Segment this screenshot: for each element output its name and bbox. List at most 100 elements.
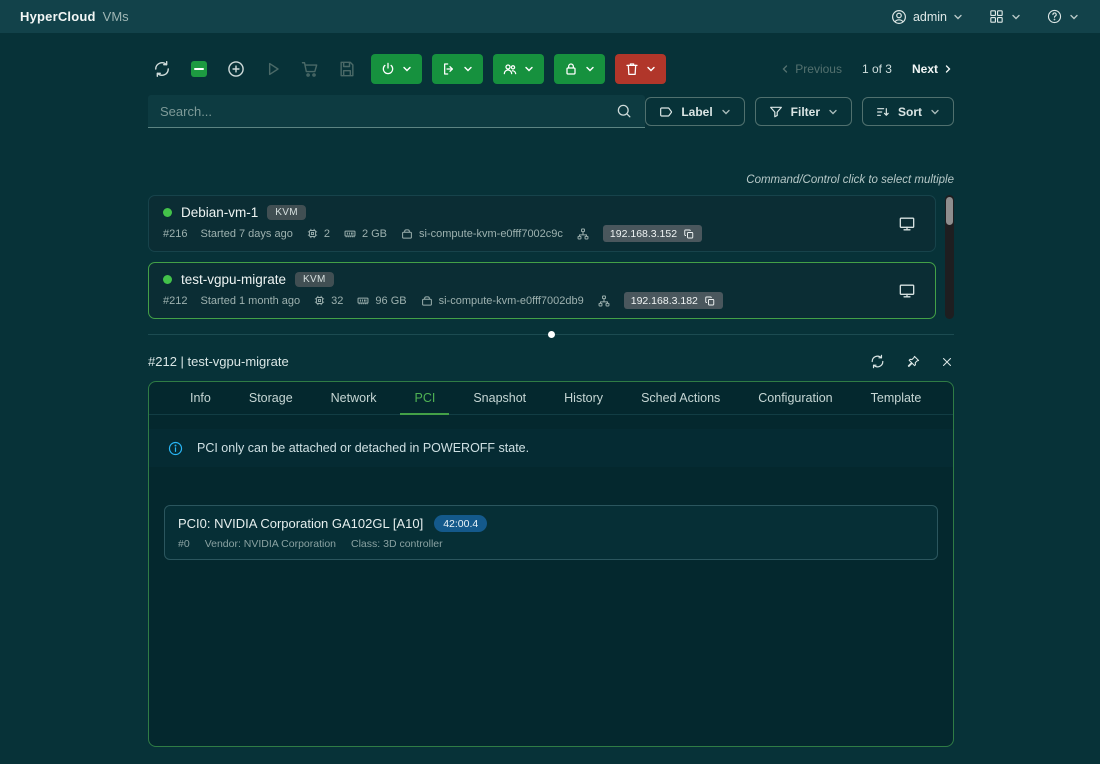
user-menu[interactable]: admin xyxy=(890,8,964,26)
network-icon xyxy=(576,227,590,241)
vm-card-body: test-vgpu-migrate KVM #212 Started 1 mon… xyxy=(163,272,893,309)
chevron-down-icon xyxy=(584,63,596,75)
vm-card-test-vgpu-migrate[interactable]: test-vgpu-migrate KVM #212 Started 1 mon… xyxy=(148,262,936,319)
main-content: Previous 1 of 3 Next xyxy=(148,33,954,747)
power-actions-button[interactable] xyxy=(371,54,422,84)
search-input[interactable] xyxy=(160,104,615,119)
filter-button-text: Filter xyxy=(791,105,820,119)
detail-title: #212 | test-vgpu-migrate xyxy=(148,354,289,369)
info-icon xyxy=(167,440,184,457)
pci-class: Class: 3D controller xyxy=(351,538,443,550)
vm-host: si-compute-kvm-e0fff7002db9 xyxy=(439,295,584,307)
delete-actions-button[interactable] xyxy=(615,54,666,84)
carousel-dot[interactable] xyxy=(548,331,555,338)
vm-memory: 96 GB xyxy=(375,295,406,307)
ownership-actions-button[interactable] xyxy=(493,54,544,84)
chevron-down-icon xyxy=(827,106,839,118)
chevron-down-icon xyxy=(1068,11,1080,23)
filter-button[interactable]: Filter xyxy=(755,97,852,126)
monitor-icon xyxy=(897,281,917,301)
tab-network[interactable]: Network xyxy=(312,382,396,414)
sort-button-text: Sort xyxy=(898,105,922,119)
help-icon xyxy=(1046,8,1063,25)
chevron-right-icon xyxy=(942,63,954,75)
label-tag-icon xyxy=(658,104,674,120)
vm-started: Started 7 days ago xyxy=(200,228,292,240)
previous-label: Previous xyxy=(795,62,842,76)
migrate-icon xyxy=(441,61,457,77)
chevron-down-icon xyxy=(929,106,941,118)
create-vm-button[interactable] xyxy=(222,55,250,83)
vm-id: #212 xyxy=(163,295,187,307)
next-page-button[interactable]: Next xyxy=(912,62,954,76)
sort-button[interactable]: Sort xyxy=(862,97,954,126)
vnc-console-button[interactable] xyxy=(893,210,921,238)
brand: HyperCloud VMs xyxy=(20,9,129,24)
apps-menu[interactable] xyxy=(988,8,1022,25)
chevron-down-icon xyxy=(462,63,474,75)
detail-panel: Info Storage Network PCI Snapshot Histor… xyxy=(148,381,954,747)
pci-device-title: PCI0: NVIDIA Corporation GA102GL [A10] xyxy=(178,516,423,531)
tab-storage[interactable]: Storage xyxy=(230,382,312,414)
carousel-pagination xyxy=(148,329,954,341)
hypervisor-badge: KVM xyxy=(295,272,334,287)
pin-button[interactable] xyxy=(905,354,921,370)
migrate-actions-button[interactable] xyxy=(432,54,483,84)
vm-actions-toolbar xyxy=(148,54,666,84)
chevron-down-icon xyxy=(401,63,413,75)
search-icon[interactable] xyxy=(615,102,633,120)
tab-sched-actions[interactable]: Sched Actions xyxy=(622,382,739,414)
chevron-down-icon xyxy=(645,63,657,75)
page-count: 1 of 3 xyxy=(862,62,892,76)
vm-started: Started 1 month ago xyxy=(200,295,300,307)
tab-template[interactable]: Template xyxy=(852,382,941,414)
cpu-icon xyxy=(306,227,319,240)
chevron-left-icon xyxy=(779,63,791,75)
tab-history[interactable]: History xyxy=(545,382,622,414)
hypervisor-badge: KVM xyxy=(267,205,306,220)
copy-icon xyxy=(683,228,695,240)
close-icon[interactable] xyxy=(940,355,954,369)
memory-icon xyxy=(356,294,370,308)
detail-header: #212 | test-vgpu-migrate xyxy=(148,353,954,370)
vm-running-state-dot xyxy=(163,275,172,284)
tab-info[interactable]: Info xyxy=(171,382,230,414)
vm-ip: 192.168.3.152 xyxy=(610,228,677,240)
help-menu[interactable] xyxy=(1046,8,1080,25)
vm-running-state-dot xyxy=(163,208,172,217)
lock-actions-button[interactable] xyxy=(554,54,605,84)
list-scrollbar[interactable] xyxy=(945,195,954,319)
detail-refresh-button[interactable] xyxy=(869,353,886,370)
apps-grid-icon xyxy=(988,8,1005,25)
vnc-console-button[interactable] xyxy=(893,277,921,305)
vm-card-body: Debian-vm-1 KVM #216 Started 7 days ago … xyxy=(163,205,893,242)
chevron-down-icon xyxy=(952,11,964,23)
monitor-icon xyxy=(897,214,917,234)
label-button[interactable]: Label xyxy=(645,97,744,126)
vm-ip-copy-chip[interactable]: 192.168.3.182 xyxy=(624,292,723,309)
trash-icon xyxy=(624,61,640,77)
previous-page-button[interactable]: Previous xyxy=(779,62,842,76)
app-root: HyperCloud VMs admin xyxy=(0,0,1100,33)
save-backup-button[interactable] xyxy=(333,55,361,83)
chevron-down-icon xyxy=(720,106,732,118)
tab-configuration[interactable]: Configuration xyxy=(739,382,851,414)
next-label: Next xyxy=(912,62,938,76)
vm-cpu: 2 xyxy=(324,228,330,240)
tab-snapshot[interactable]: Snapshot xyxy=(454,382,545,414)
marketplace-cart-button[interactable] xyxy=(296,55,324,83)
filter-buttons: Label Filter xyxy=(645,97,954,126)
scrollbar-thumb[interactable] xyxy=(946,197,953,225)
vm-card-debian-vm-1[interactable]: Debian-vm-1 KVM #216 Started 7 days ago … xyxy=(148,195,936,252)
tab-pci[interactable]: PCI xyxy=(395,382,454,414)
refresh-button[interactable] xyxy=(148,55,176,83)
host-drive-icon xyxy=(400,227,414,241)
search-row: Label Filter xyxy=(148,95,954,128)
pci-vendor: Vendor: NVIDIA Corporation xyxy=(205,538,336,550)
vm-ip-copy-chip[interactable]: 192.168.3.152 xyxy=(603,225,702,242)
toolbar-row: Previous 1 of 3 Next xyxy=(148,54,954,84)
select-all-checkbox[interactable] xyxy=(185,55,213,83)
detail-header-actions xyxy=(869,353,954,370)
pci-device-card[interactable]: PCI0: NVIDIA Corporation GA102GL [A10] 4… xyxy=(164,505,938,560)
resume-button[interactable] xyxy=(259,55,287,83)
